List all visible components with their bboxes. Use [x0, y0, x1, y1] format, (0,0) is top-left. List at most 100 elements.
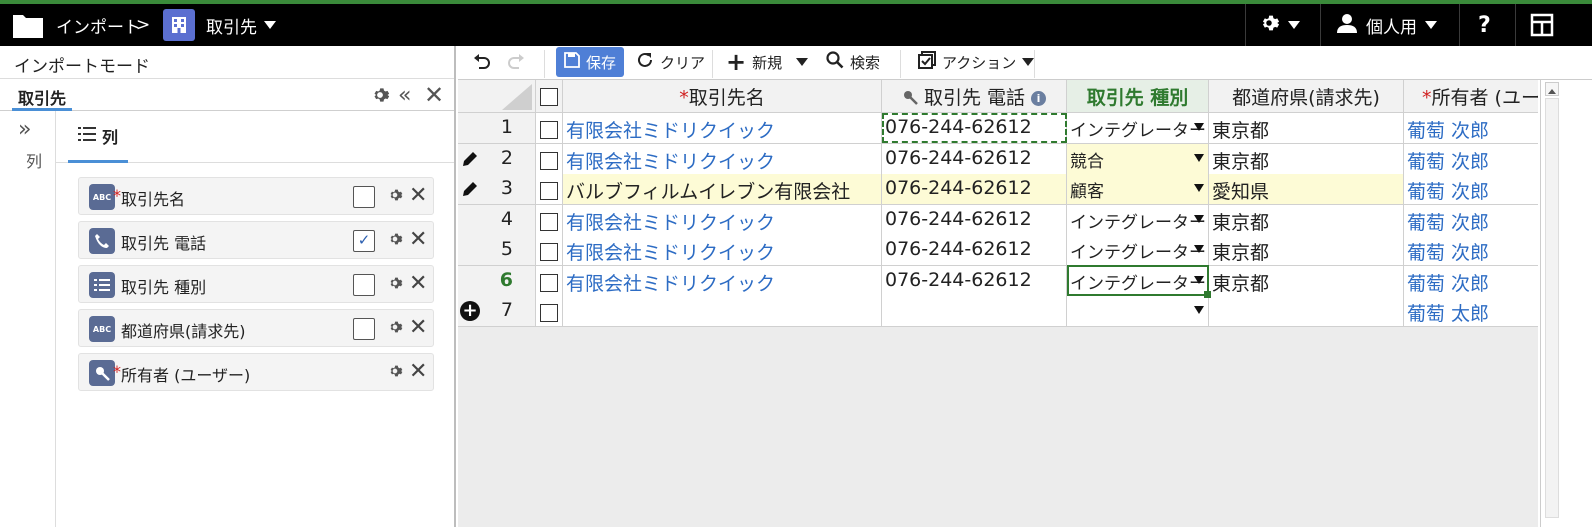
side-label-columns[interactable]: 列: [20, 153, 44, 169]
gear-icon[interactable]: [387, 275, 403, 295]
gear-icon[interactable]: [387, 319, 403, 339]
new-dropdown-icon[interactable]: [796, 46, 808, 78]
gear-icon[interactable]: [387, 231, 403, 251]
new-button[interactable]: + 新規: [726, 46, 782, 78]
cell-name[interactable]: 有限会社ミドリクイック: [563, 113, 882, 144]
row-number[interactable]: 1: [458, 113, 536, 144]
dropdown-arrow-icon[interactable]: [1194, 275, 1204, 284]
save-button[interactable]: 保存: [556, 47, 624, 77]
cell-type[interactable]: [1067, 296, 1209, 327]
corner-cell[interactable]: [458, 80, 536, 113]
gear-icon[interactable]: [387, 363, 403, 383]
column-header-name[interactable]: *取引先名: [563, 80, 882, 113]
column-card[interactable]: ABC * 取引先名 ✕: [78, 177, 434, 215]
settings-menu[interactable]: [1258, 4, 1300, 46]
close-icon[interactable]: ✕: [409, 272, 427, 296]
redo-icon[interactable]: [506, 46, 526, 78]
cell-pref[interactable]: 東京都: [1209, 265, 1404, 297]
column-header-type[interactable]: 取引先 種別: [1067, 80, 1209, 113]
tab-columns[interactable]: 列: [68, 111, 128, 163]
folder-icon[interactable]: [12, 4, 44, 46]
info-icon[interactable]: i: [1031, 91, 1047, 106]
gear-icon[interactable]: [387, 187, 403, 207]
row-number[interactable]: 5: [458, 235, 536, 266]
expand-right-icon[interactable]: »: [18, 117, 31, 142]
cell-name[interactable]: バルブフィルムイレブン有限会社: [563, 174, 882, 205]
cell-name[interactable]: 有限会社ミドリクイック: [563, 265, 882, 297]
cell-owner[interactable]: 葡萄 次郎: [1404, 174, 1538, 205]
collapse-left-icon[interactable]: «: [398, 83, 411, 108]
cell-type[interactable]: インテグレーター: [1067, 235, 1209, 266]
row-checkbox[interactable]: [536, 143, 563, 175]
close-icon[interactable]: ✕: [424, 81, 444, 109]
cell-pref[interactable]: 愛知県: [1209, 174, 1404, 205]
cell-phone[interactable]: 076-244-62612: [882, 204, 1067, 236]
layout-icon[interactable]: [1530, 4, 1554, 46]
column-visible-checkbox[interactable]: [353, 274, 375, 296]
row-checkbox[interactable]: [536, 296, 563, 327]
cell-type[interactable]: インテグレーター: [1067, 265, 1209, 297]
cell-pref[interactable]: 東京都: [1209, 204, 1404, 236]
object-dropdown-icon[interactable]: [264, 4, 276, 46]
gear-icon[interactable]: [370, 85, 390, 105]
clear-button[interactable]: クリア: [636, 46, 705, 78]
column-card[interactable]: * 所有者 (ユーザー) ✕: [78, 353, 434, 391]
cell-phone[interactable]: 076-244-62612: [882, 235, 1067, 266]
action-button[interactable]: アクション: [918, 46, 1035, 78]
row-checkbox[interactable]: [536, 204, 563, 236]
cell-pref[interactable]: [1209, 296, 1404, 327]
cell-name[interactable]: 有限会社ミドリクイック: [563, 235, 882, 266]
dropdown-arrow-icon[interactable]: [1194, 153, 1204, 162]
cell-name[interactable]: 有限会社ミドリクイック: [563, 143, 882, 175]
dropdown-arrow-icon[interactable]: [1194, 306, 1204, 314]
tab-account[interactable]: 取引先: [12, 81, 73, 111]
scrollbar-track[interactable]: [1545, 98, 1559, 518]
help-button[interactable]: ?: [1478, 4, 1491, 46]
user-menu[interactable]: 個人用: [1336, 4, 1437, 46]
cell-owner[interactable]: 葡萄 次郎: [1404, 143, 1538, 175]
column-visible-checkbox[interactable]: [353, 318, 375, 340]
cell-phone[interactable]: 076-244-62612: [882, 143, 1067, 175]
column-card[interactable]: 取引先 電話 ✓ ✕: [78, 221, 434, 259]
cell-phone[interactable]: 076-244-62612: [882, 174, 1067, 205]
dropdown-arrow-icon[interactable]: [1194, 214, 1204, 223]
row-number[interactable]: +7: [458, 296, 536, 327]
breadcrumb-root[interactable]: インポート: [56, 4, 141, 46]
column-visible-checkbox[interactable]: ✓: [353, 230, 375, 252]
row-checkbox[interactable]: [536, 235, 563, 266]
cell-owner[interactable]: 葡萄 次郎: [1404, 204, 1538, 236]
cell-phone[interactable]: [882, 296, 1067, 327]
column-header-phone[interactable]: 取引先 電話 i: [882, 80, 1067, 113]
row-checkbox[interactable]: [536, 113, 563, 144]
column-card[interactable]: ABC 都道府県(請求先) ✕: [78, 309, 434, 347]
select-all-checkbox[interactable]: [536, 80, 563, 113]
close-icon[interactable]: ✕: [409, 360, 427, 384]
add-row-icon[interactable]: +: [460, 301, 480, 321]
close-icon[interactable]: ✕: [409, 184, 427, 208]
row-number[interactable]: 2: [458, 143, 536, 175]
cell-owner[interactable]: 葡萄 太郎: [1404, 296, 1538, 327]
search-button[interactable]: 検索: [826, 46, 880, 78]
cell-pref[interactable]: 東京都: [1209, 235, 1404, 266]
column-visible-checkbox[interactable]: [353, 186, 375, 208]
dropdown-arrow-icon[interactable]: [1194, 123, 1204, 131]
vertical-scrollbar[interactable]: [1540, 80, 1592, 527]
cell-phone[interactable]: 076-244-62612: [882, 265, 1067, 297]
dropdown-arrow-icon[interactable]: [1194, 245, 1204, 253]
cell-type[interactable]: インテグレーター: [1067, 204, 1209, 236]
cell-type[interactable]: 顧客: [1067, 174, 1209, 205]
cell-type[interactable]: インテグレーター: [1067, 113, 1209, 144]
cell-name[interactable]: 有限会社ミドリクイック: [563, 204, 882, 236]
cell-phone[interactable]: 076-244-62612: [882, 113, 1067, 144]
cell-name[interactable]: [563, 296, 882, 327]
close-icon[interactable]: ✕: [409, 316, 427, 340]
column-header-prefecture[interactable]: 都道府県(請求先): [1209, 80, 1404, 113]
cell-type[interactable]: 競合: [1067, 143, 1209, 175]
row-number[interactable]: 3: [458, 174, 536, 205]
row-number[interactable]: 4: [458, 204, 536, 236]
column-header-owner[interactable]: *所有者 (ユー: [1404, 80, 1538, 113]
cell-owner[interactable]: 葡萄 次郎: [1404, 265, 1538, 297]
dropdown-arrow-icon[interactable]: [1194, 184, 1204, 192]
undo-icon[interactable]: [472, 46, 492, 78]
row-checkbox[interactable]: [536, 265, 563, 297]
